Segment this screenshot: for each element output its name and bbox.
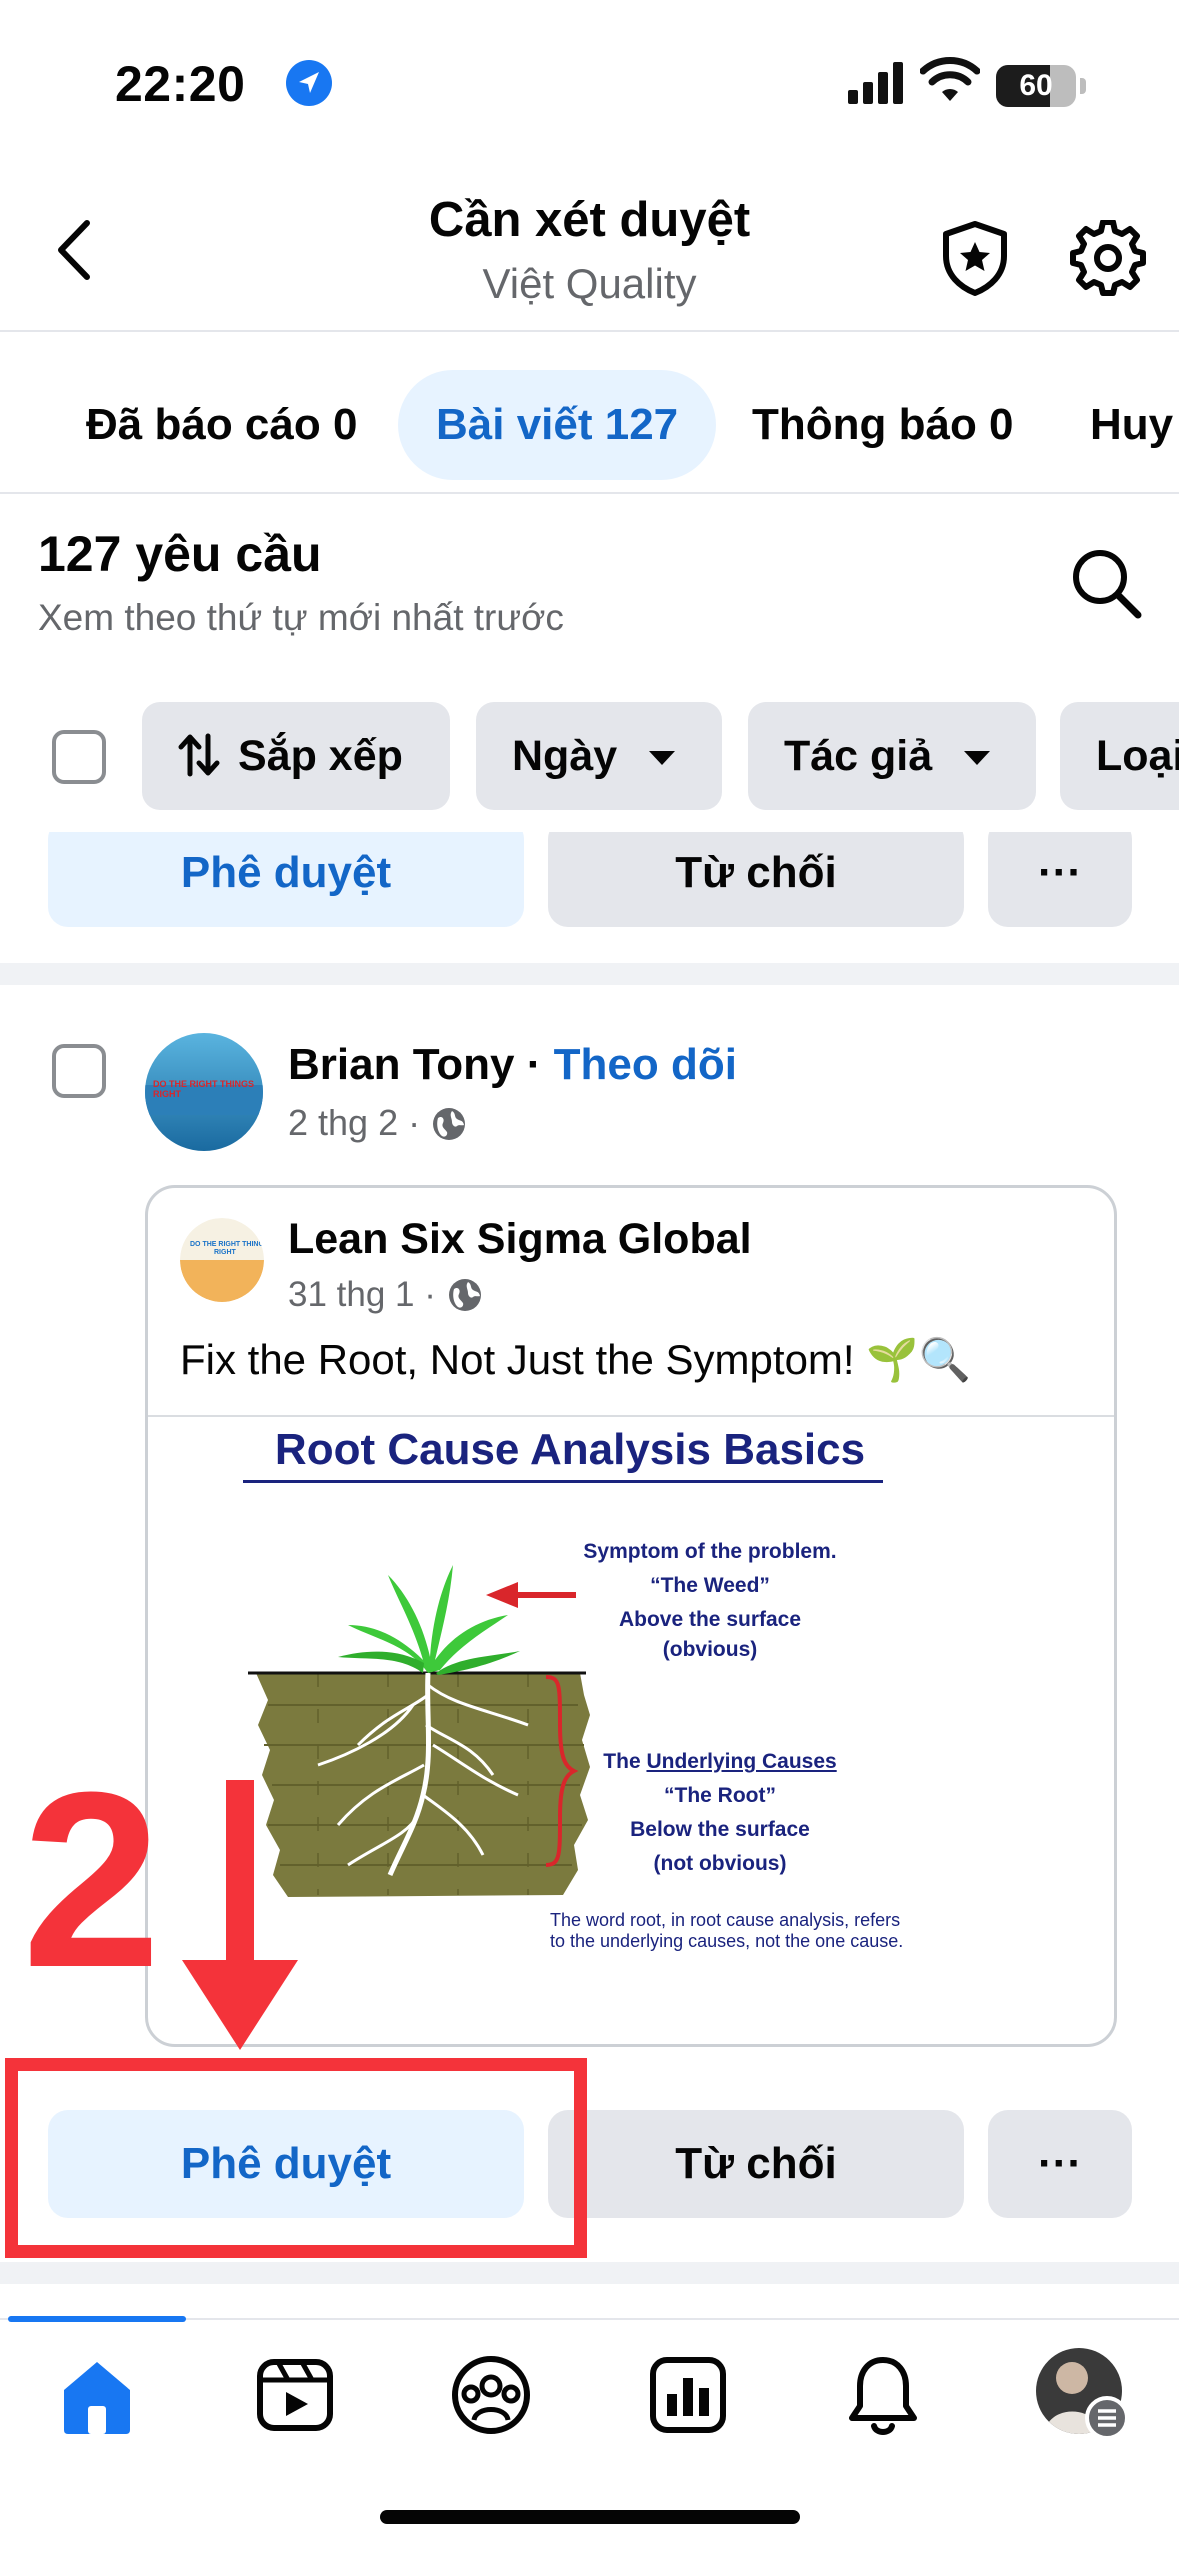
tab-cancelled[interactable]: Huy (1090, 370, 1173, 480)
post-separator (0, 963, 1179, 985)
type-filter-label: Loại (1096, 732, 1179, 780)
date-filter[interactable]: Ngày (476, 702, 722, 810)
status-time: 22:20 (115, 56, 246, 112)
request-count: 127 yêu cầu (38, 526, 322, 582)
svg-text:DO THE RIGHT THINGS: DO THE RIGHT THINGS (190, 1241, 264, 1248)
symptom-line-2: “The Weed” (650, 1574, 770, 1597)
annotation-step-number: 2 (22, 1740, 162, 2019)
sort-arrows-icon (178, 733, 220, 777)
author-name[interactable]: Brian Tony (288, 1040, 515, 1089)
cause-prefix: The (603, 1750, 647, 1773)
infographic-note: The word root, in root cause analysis, r… (550, 1910, 904, 1951)
symptom-caption: Symptom of the problem. “The Weed” Above… (560, 1540, 860, 1662)
home-icon[interactable] (52, 2350, 142, 2440)
caret-down-icon (964, 751, 991, 765)
sort-filter-label: Sắp xếp (238, 732, 403, 780)
shared-post-time[interactable]: 31 thg 1 · (288, 1275, 436, 1314)
type-filter[interactable]: Loại (1060, 702, 1179, 810)
post-separator (0, 2262, 1179, 2284)
annotation-highlight-box (5, 2058, 587, 2258)
globe-icon (433, 1108, 466, 1140)
bell-icon[interactable] (838, 2350, 928, 2440)
decline-button[interactable]: Từ chối (548, 2110, 964, 2218)
tab-reported[interactable]: Đã báo cáo 0 (86, 370, 357, 480)
home-indicator (380, 2510, 800, 2524)
battery-percent: 60 (1019, 69, 1053, 102)
header-divider (0, 330, 1179, 332)
post-time[interactable]: 2 thg 2 · (288, 1102, 420, 1143)
post-select-checkbox[interactable] (52, 1044, 106, 1098)
svg-text:RIGHT: RIGHT (214, 1249, 237, 1256)
avatar[interactable]: DO THE RIGHT THINGS RIGHT (145, 1033, 263, 1151)
groups-icon[interactable] (446, 2350, 536, 2440)
tab-notifications[interactable]: Thông báo 0 (752, 370, 1014, 480)
gear-icon[interactable] (1070, 220, 1146, 296)
cause-line-4: (not obvious) (653, 1852, 787, 1875)
cause-line-3: Below the surface (630, 1818, 810, 1841)
card-divider (148, 1415, 1114, 1417)
shared-post-text: Fix the Root, Not Just the Symptom! 🌱🔍 (180, 1336, 971, 1383)
shield-star-icon[interactable] (940, 220, 1010, 296)
follow-link[interactable]: Theo dõi (554, 1040, 737, 1089)
insights-icon[interactable] (643, 2350, 733, 2440)
location-arrow-icon (286, 60, 332, 106)
cause-line-2: “The Root” (664, 1784, 776, 1807)
cellular-signal-icon (848, 62, 903, 104)
shared-page-name[interactable]: Lean Six Sigma Global (288, 1215, 752, 1264)
select-all-checkbox[interactable] (52, 730, 106, 784)
symptom-line-1: Symptom of the problem. (583, 1540, 837, 1563)
author-filter-label: Tác giả (784, 732, 933, 780)
globe-icon (448, 1279, 481, 1311)
tab-posts[interactable]: Bài viết 127 (398, 370, 717, 480)
shared-page-avatar[interactable]: DO THE RIGHT THINGS RIGHT (180, 1218, 264, 1302)
battery-cap (1080, 78, 1086, 94)
sort-description: Xem theo thứ tự mới nhất trước (38, 597, 564, 638)
caret-down-icon (649, 751, 676, 765)
approve-button[interactable]: Phê duyệt (48, 832, 524, 927)
more-button[interactable]: ··· (988, 2110, 1132, 2218)
svg-text:DO THE RIGHT THINGS: DO THE RIGHT THINGS (153, 1079, 254, 1089)
decline-button[interactable]: Từ chối (548, 832, 964, 927)
video-icon[interactable] (250, 2350, 340, 2440)
symptom-line-4: (obvious) (662, 1638, 758, 1661)
author-filter[interactable]: Tác giả (748, 702, 1036, 810)
previous-post-actions: Phê duyệt Từ chối ··· (0, 832, 1179, 927)
shared-post-time-line: 31 thg 1 · (288, 1275, 484, 1315)
svg-text:RIGHT: RIGHT (153, 1089, 182, 1099)
sort-filter[interactable]: Sắp xếp (142, 702, 450, 810)
cause-underlined: Underlying Causes (646, 1750, 837, 1773)
wifi-icon (920, 57, 980, 101)
annotation-arrow-icon (182, 1780, 298, 2050)
cause-caption: The Underlying Causes “The Root” Below t… (570, 1750, 870, 1876)
post-author-line: Brian Tony · Theo dõi (288, 1040, 737, 1090)
date-filter-label: Ngày (512, 732, 618, 780)
author-separator: · (514, 1040, 554, 1089)
symptom-line-3: Above the surface (618, 1608, 802, 1631)
infographic-title-underline (243, 1480, 883, 1483)
cause-line-1: The Underlying Causes (570, 1750, 870, 1774)
infographic-title: Root Cause Analysis Basics (274, 1425, 866, 1474)
more-button[interactable]: ··· (988, 832, 1132, 927)
post-time-line: 2 thg 2 · (288, 1102, 468, 1144)
menu-badge-icon[interactable] (1085, 2396, 1129, 2440)
nav-active-indicator (8, 2316, 186, 2322)
search-icon[interactable] (1068, 545, 1144, 621)
tabs-divider (0, 492, 1179, 494)
